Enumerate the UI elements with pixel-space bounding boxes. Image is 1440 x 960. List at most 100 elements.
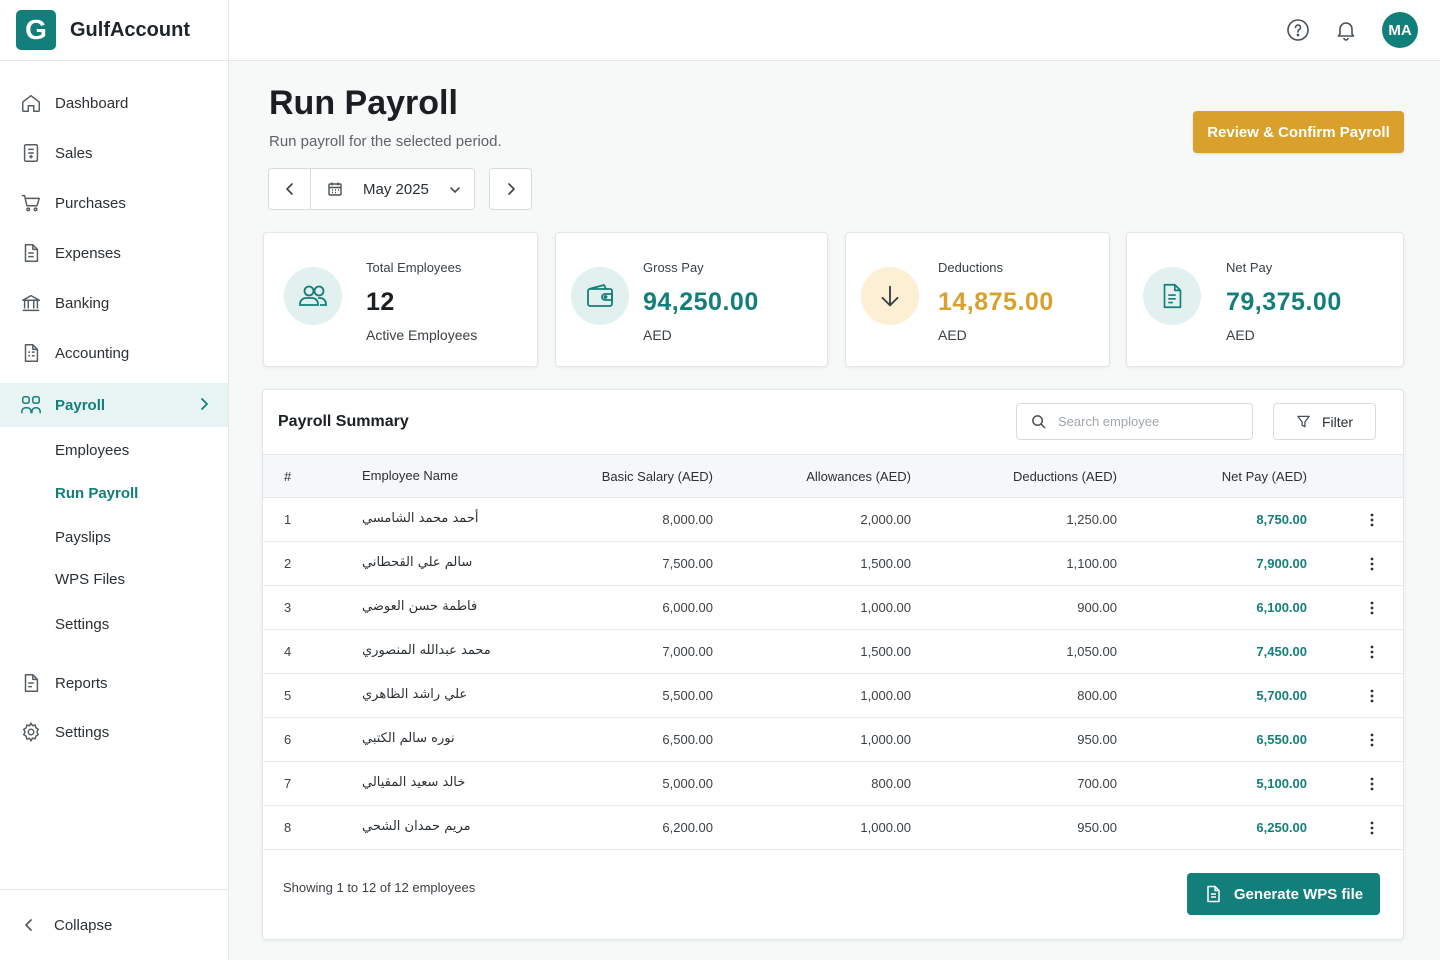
more-vertical-icon[interactable] bbox=[1364, 512, 1380, 528]
row-number: 6 bbox=[284, 732, 292, 747]
review-confirm-payroll-button[interactable]: Review & Confirm Payroll bbox=[1193, 111, 1404, 153]
collapse-sidebar-button[interactable]: Collapse bbox=[0, 889, 228, 960]
employee-name: مريم حمدان الشحي bbox=[362, 819, 471, 834]
sidebar-item-purchases[interactable]: Purchases bbox=[0, 181, 228, 225]
document-icon bbox=[20, 242, 42, 264]
column-header[interactable]: Net Pay (AED) bbox=[1222, 469, 1307, 484]
more-vertical-icon[interactable] bbox=[1364, 644, 1380, 660]
table-row[interactable]: 4 محمد عبدالله المنصوري 7,000.00 1,500.0… bbox=[263, 630, 1403, 674]
generate-wps-file-button[interactable]: Generate WPS file bbox=[1187, 873, 1380, 915]
table-row[interactable]: 6 نوره سالم الكتبي 6,500.00 1,000.00 950… bbox=[263, 718, 1403, 762]
table-row[interactable]: 2 سالم علي القحطاني 7,500.00 1,500.00 1,… bbox=[263, 542, 1403, 586]
filter-label: Filter bbox=[1321, 413, 1354, 430]
help-circle-icon[interactable] bbox=[1286, 18, 1310, 42]
row-number: 7 bbox=[284, 776, 292, 791]
subnav-run-payroll[interactable]: Run Payroll bbox=[55, 485, 138, 502]
row-number: 3 bbox=[284, 600, 292, 615]
column-header[interactable]: Basic Salary (AED) bbox=[602, 469, 713, 484]
deductions: 950.00 bbox=[1077, 732, 1117, 747]
more-vertical-icon[interactable] bbox=[1364, 688, 1380, 704]
subnav-settings[interactable]: Settings bbox=[55, 616, 109, 633]
net-pay: 8,750.00 bbox=[1256, 512, 1307, 527]
deductions: 800.00 bbox=[1077, 688, 1117, 703]
table-row[interactable]: 5 علي راشد الظاهري 5,500.00 1,000.00 800… bbox=[263, 674, 1403, 718]
avatar[interactable]: MA bbox=[1382, 12, 1418, 48]
period-select[interactable]: May 2025 bbox=[310, 168, 475, 210]
more-vertical-icon[interactable] bbox=[1364, 600, 1380, 616]
arrow-down-icon bbox=[861, 267, 919, 325]
more-vertical-icon[interactable] bbox=[1364, 732, 1380, 748]
sidebar: G GulfAccount Dashboard Sales Purchases bbox=[0, 0, 229, 960]
allowances: 2,000.00 bbox=[860, 512, 911, 527]
basic-salary: 5,500.00 bbox=[662, 688, 713, 703]
column-header[interactable]: Employee Name bbox=[362, 468, 458, 483]
sidebar-item-expenses[interactable]: Expenses bbox=[0, 231, 228, 275]
sidebar-item-label: Reports bbox=[55, 674, 108, 692]
more-vertical-icon[interactable] bbox=[1364, 776, 1380, 792]
search-box[interactable] bbox=[1016, 403, 1253, 440]
search-input[interactable] bbox=[1058, 414, 1238, 429]
row-number: 8 bbox=[284, 820, 292, 835]
basic-salary: 8,000.00 bbox=[662, 512, 713, 527]
net-pay: 7,450.00 bbox=[1256, 644, 1307, 659]
subnav-employees[interactable]: Employees bbox=[55, 442, 129, 459]
stat-label: Deductions bbox=[938, 260, 1004, 275]
next-period-button[interactable] bbox=[489, 168, 532, 210]
more-vertical-icon[interactable] bbox=[1364, 556, 1380, 572]
allowances: 1,000.00 bbox=[860, 688, 911, 703]
sidebar-item-label: Expenses bbox=[55, 244, 121, 262]
sidebar-item-payroll[interactable]: Payroll bbox=[0, 383, 228, 427]
allowances: 1,500.00 bbox=[860, 644, 911, 659]
chevron-right-icon bbox=[503, 181, 519, 197]
chevron-down-icon bbox=[448, 183, 462, 197]
stat-card-total-employees: Total Employees 12 Active Employees bbox=[263, 232, 538, 367]
filter-button[interactable]: Filter bbox=[1273, 403, 1376, 440]
column-header[interactable]: # bbox=[284, 469, 291, 484]
deductions: 1,050.00 bbox=[1066, 644, 1117, 659]
payslip-icon bbox=[1143, 267, 1201, 325]
employee-name: محمد عبدالله المنصوري bbox=[362, 643, 491, 658]
wallet-icon bbox=[571, 267, 629, 325]
basic-salary: 7,500.00 bbox=[662, 556, 713, 571]
subnav-wps-files[interactable]: WPS Files bbox=[55, 571, 125, 588]
receipt-icon bbox=[20, 142, 42, 164]
sidebar-item-accounting[interactable]: Accounting bbox=[0, 331, 228, 375]
stat-card-gross-pay: Gross Pay 94,250.00 AED bbox=[555, 232, 828, 367]
more-vertical-icon[interactable] bbox=[1364, 820, 1380, 836]
employee-name: خالد سعيد المقيالي bbox=[362, 775, 466, 790]
brand[interactable]: G GulfAccount bbox=[0, 0, 228, 61]
table-row[interactable]: 7 خالد سعيد المقيالي 5,000.00 800.00 700… bbox=[263, 762, 1403, 806]
gear-icon bbox=[20, 721, 42, 743]
net-pay: 6,100.00 bbox=[1256, 600, 1307, 615]
wps-button-label: Generate WPS file bbox=[1233, 885, 1364, 903]
column-header[interactable]: Allowances (AED) bbox=[806, 469, 911, 484]
sidebar-item-settings[interactable]: Settings bbox=[0, 710, 228, 754]
column-header[interactable]: Deductions (AED) bbox=[1013, 469, 1117, 484]
employee-name: أحمد محمد الشامسي bbox=[362, 511, 479, 526]
calendar-icon bbox=[327, 181, 343, 197]
brand-logo: G bbox=[16, 10, 56, 50]
bell-icon[interactable] bbox=[1334, 18, 1358, 42]
deductions: 1,100.00 bbox=[1066, 556, 1117, 571]
chevron-left-icon bbox=[282, 181, 298, 197]
deductions: 1,250.00 bbox=[1066, 512, 1117, 527]
stat-value: 79,375.00 bbox=[1226, 288, 1342, 316]
net-pay: 6,550.00 bbox=[1256, 732, 1307, 747]
sidebar-item-banking[interactable]: Banking bbox=[0, 281, 228, 325]
people-icon bbox=[284, 267, 342, 325]
previous-period-button[interactable] bbox=[268, 168, 311, 210]
allowances: 1,000.00 bbox=[860, 600, 911, 615]
sidebar-item-sales[interactable]: Sales bbox=[0, 131, 228, 175]
table-row[interactable]: 1 أحمد محمد الشامسي 8,000.00 2,000.00 1,… bbox=[263, 498, 1403, 542]
page-title: Run Payroll bbox=[269, 84, 458, 122]
stat-label: Net Pay bbox=[1226, 260, 1273, 275]
table-row[interactable]: 8 مريم حمدان الشحي 6,200.00 1,000.00 950… bbox=[263, 806, 1403, 850]
subnav-payslips[interactable]: Payslips bbox=[55, 529, 111, 546]
sidebar-item-label: Banking bbox=[55, 294, 110, 312]
table-row[interactable]: 3 فاطمة حسن العوضي 6,000.00 1,000.00 900… bbox=[263, 586, 1403, 630]
allowances: 1,000.00 bbox=[860, 732, 911, 747]
sidebar-item-reports[interactable]: Reports bbox=[0, 661, 228, 705]
table-header: # Employee Name Basic Salary (AED) Allow… bbox=[263, 454, 1403, 498]
employee-name: فاطمة حسن العوضي bbox=[362, 599, 478, 614]
sidebar-item-dashboard[interactable]: Dashboard bbox=[0, 81, 228, 125]
